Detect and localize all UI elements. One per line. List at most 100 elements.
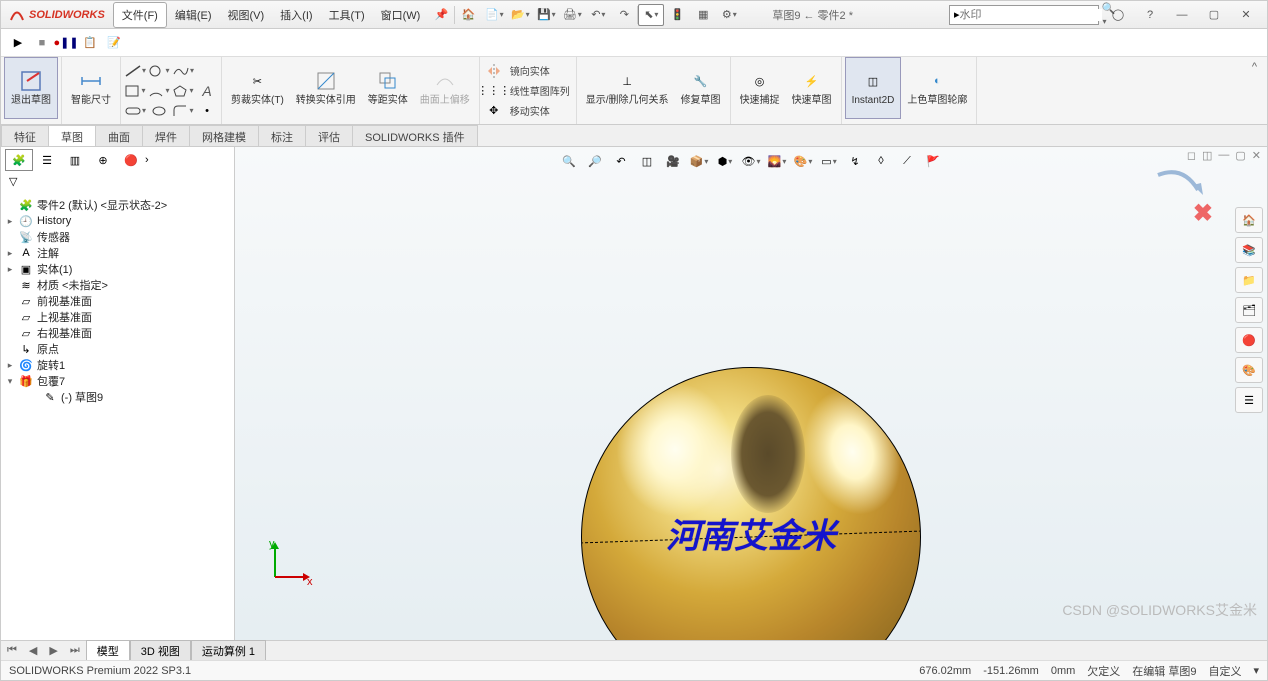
- flag-icon[interactable]: 🚩: [922, 151, 944, 171]
- text-icon[interactable]: A: [196, 82, 218, 100]
- mirror-icon[interactable]: [483, 62, 505, 80]
- redo-icon[interactable]: ↷: [611, 4, 637, 26]
- model-sphere[interactable]: 河南艾金米: [581, 367, 921, 640]
- tree-material[interactable]: ≋材质 <未指定>: [1, 277, 234, 293]
- tab-model[interactable]: 模型: [86, 640, 130, 662]
- vp-split-icon[interactable]: ◫: [1202, 149, 1212, 162]
- menu-insert[interactable]: 插入(I): [272, 3, 320, 27]
- fillet-icon[interactable]: ▾: [172, 102, 194, 120]
- fm-tab-config-icon[interactable]: ▥: [61, 149, 89, 171]
- user-icon[interactable]: ◯: [1105, 4, 1131, 26]
- point-icon[interactable]: •: [196, 102, 218, 120]
- sketch-view-icon[interactable]: ⟋: [896, 151, 918, 171]
- maximize-icon[interactable]: ▢: [1201, 4, 1227, 26]
- tab-annotate[interactable]: 标注: [258, 125, 306, 146]
- smart-dim-button[interactable]: 智能尺寸: [65, 57, 117, 119]
- repair-sketch-button[interactable]: 🔧修复草图: [675, 57, 727, 119]
- tab-sketch[interactable]: 草图: [48, 125, 96, 146]
- spline-icon[interactable]: ▾: [172, 62, 194, 80]
- stop-icon[interactable]: ■: [33, 34, 51, 52]
- tree-right-plane[interactable]: ▱右视基准面: [1, 325, 234, 341]
- script-new-icon[interactable]: 📋: [81, 34, 99, 52]
- vp-single-icon[interactable]: ◻: [1187, 149, 1196, 162]
- section-icon[interactable]: ◫: [636, 151, 658, 171]
- ribbon-expand-icon[interactable]: ^: [1242, 57, 1267, 124]
- dynamic-icon[interactable]: 🎥: [662, 151, 684, 171]
- tree-wrap[interactable]: ▾🎁包覆7: [1, 373, 234, 389]
- tab-nav-prev-icon[interactable]: ◀: [23, 644, 43, 657]
- save-icon[interactable]: 💾▾: [533, 4, 559, 26]
- tab-motion[interactable]: 运动算例 1: [191, 640, 266, 662]
- trim-button[interactable]: ✂剪裁实体(T): [225, 57, 290, 119]
- quick-sketch-button[interactable]: ⚡快速草图: [786, 57, 838, 119]
- scene-icon[interactable]: 🌄▾: [766, 151, 788, 171]
- rect-icon[interactable]: ▾: [124, 82, 146, 100]
- polygon-icon[interactable]: ▾: [172, 82, 194, 100]
- tree-origin[interactable]: ↳原点: [1, 341, 234, 357]
- color-outline-button[interactable]: ◐上色草图轮廓: [901, 57, 973, 119]
- tab-surface[interactable]: 曲面: [95, 125, 143, 146]
- status-unit-icon[interactable]: ▾: [1253, 664, 1259, 677]
- menu-view[interactable]: 视图(V): [220, 3, 273, 27]
- help-icon[interactable]: ?: [1137, 4, 1163, 26]
- view-orient-icon[interactable]: 📦▾: [688, 151, 710, 171]
- tab-3dview[interactable]: 3D 视图: [130, 640, 191, 662]
- search-input[interactable]: [960, 9, 1102, 21]
- tab-weld[interactable]: 焊件: [142, 125, 190, 146]
- play-icon[interactable]: ▶: [9, 34, 27, 52]
- tab-evaluate[interactable]: 评估: [305, 125, 353, 146]
- undo-icon[interactable]: ↶▾: [585, 4, 611, 26]
- tp-view-palette-icon[interactable]: 🗂: [1235, 297, 1263, 323]
- move-icon[interactable]: ✥: [483, 102, 505, 120]
- bbox-icon[interactable]: ◊: [870, 151, 892, 171]
- tree-sensors[interactable]: 📡传感器: [1, 229, 234, 245]
- hide-show-icon[interactable]: 👁▾: [740, 151, 762, 171]
- zoom-fit-icon[interactable]: 🔍: [558, 151, 580, 171]
- slot-icon[interactable]: ▾: [124, 102, 146, 120]
- circle-icon[interactable]: ▾: [148, 62, 170, 80]
- tp-custom-props-icon[interactable]: 🎨: [1235, 357, 1263, 383]
- tree-annotations[interactable]: ▸A注解: [1, 245, 234, 261]
- vp-max-icon[interactable]: ▢: [1235, 149, 1245, 162]
- traffic-icon[interactable]: 🚦: [664, 4, 690, 26]
- tree-bodies[interactable]: ▸▣实体(1): [1, 261, 234, 277]
- print-icon[interactable]: 🖨▾: [559, 4, 585, 26]
- fm-tab-display-icon[interactable]: ⊕: [89, 149, 117, 171]
- viewport-layout-icon[interactable]: ▭▾: [818, 151, 840, 171]
- tree-front-plane[interactable]: ▱前视基准面: [1, 293, 234, 309]
- tab-feature[interactable]: 特征: [1, 125, 49, 146]
- menu-tools[interactable]: 工具(T): [321, 3, 373, 27]
- tp-home-icon[interactable]: 🏠: [1235, 207, 1263, 233]
- tree-top-plane[interactable]: ▱上视基准面: [1, 309, 234, 325]
- script-edit-icon[interactable]: 📝: [105, 34, 123, 52]
- options-bar-icon[interactable]: ▦: [690, 4, 716, 26]
- tab-nav-first-icon[interactable]: ⏮: [1, 644, 23, 657]
- tree-history[interactable]: ▸🕘History: [1, 213, 234, 229]
- menu-file[interactable]: 文件(F): [113, 2, 167, 28]
- pattern-icon[interactable]: ⋮⋮⋮: [483, 82, 505, 100]
- fm-expand-icon[interactable]: ›: [145, 154, 149, 166]
- fm-tab-tree-icon[interactable]: 🧩: [5, 149, 33, 171]
- line-icon[interactable]: ▾: [124, 62, 146, 80]
- display-relations-button[interactable]: ⊥显示/删除几何关系: [580, 57, 675, 119]
- triad-icon[interactable]: ↯: [844, 151, 866, 171]
- cancel-sketch-icon[interactable]: ✖: [1193, 199, 1213, 228]
- open-icon[interactable]: 📂▾: [507, 4, 533, 26]
- convert-button[interactable]: 转换实体引用: [290, 57, 362, 119]
- display-style-icon[interactable]: ⬢▾: [714, 151, 736, 171]
- fm-tab-appear-icon[interactable]: 🔴: [117, 149, 145, 171]
- tab-nav-last-icon[interactable]: ⏭: [64, 644, 86, 657]
- tree-sketch9[interactable]: ✎(-) 草图9: [1, 389, 234, 405]
- record-icon[interactable]: ●❚❚: [57, 34, 75, 52]
- tp-library-icon[interactable]: 📚: [1235, 237, 1263, 263]
- rapid-snap-button[interactable]: ◎快速捕捉: [734, 57, 786, 119]
- instant2d-button[interactable]: ◫Instant2D: [845, 57, 902, 119]
- search-input-wrap[interactable]: ▸ 🔍▾: [949, 5, 1099, 25]
- tab-addins[interactable]: SOLIDWORKS 插件: [352, 125, 478, 146]
- close-icon[interactable]: ✕: [1233, 4, 1259, 26]
- viewport[interactable]: 🔍 🔎 ↶ ◫ 🎥 📦▾ ⬢▾ 👁▾ 🌄▾ 🎨▾ ▭▾ ↯ ◊ ⟋ 🚩 ✖ 河南: [235, 147, 1267, 640]
- select-icon[interactable]: ⬉▾: [638, 4, 664, 26]
- offset-button[interactable]: 等距实体: [362, 57, 414, 119]
- menu-pin-icon[interactable]: 📌: [428, 4, 454, 26]
- menu-edit[interactable]: 编辑(E): [167, 3, 220, 27]
